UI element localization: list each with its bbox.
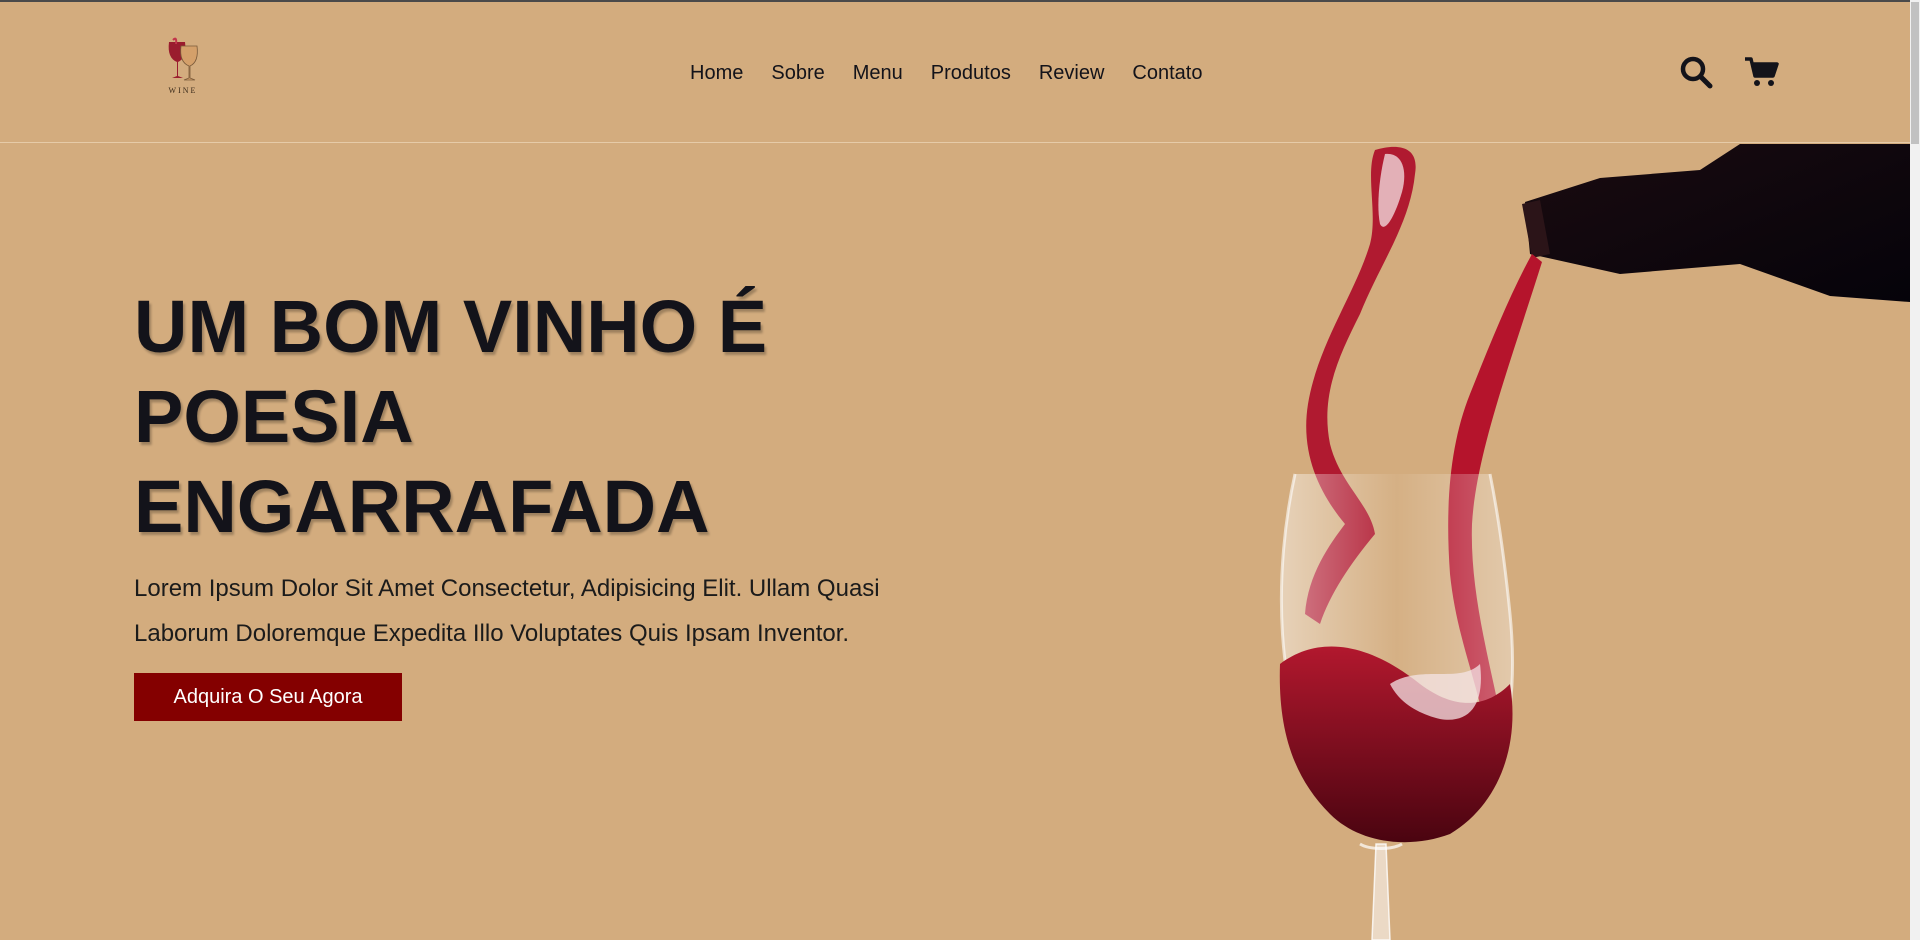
- hero-title-line-2: POESIA: [134, 375, 414, 458]
- logo-text: WINE: [168, 86, 198, 95]
- search-icon[interactable]: [1678, 54, 1714, 90]
- nav-review[interactable]: Review: [1039, 60, 1105, 86]
- nav-sobre[interactable]: Sobre: [771, 60, 824, 86]
- header-actions: [1678, 54, 1780, 90]
- hero-text: UM BOM VINHO É POESIA ENGARRAFADA Lorem …: [134, 282, 934, 656]
- scrollbar-thumb[interactable]: [1911, 2, 1919, 144]
- nav-menu[interactable]: Menu: [853, 60, 903, 86]
- main-nav: Home Sobre Menu Produtos Review Contato: [690, 60, 1230, 86]
- site-logo[interactable]: WINE: [163, 36, 203, 102]
- nav-produtos[interactable]: Produtos: [931, 60, 1011, 86]
- wine-glasses-logo-icon: [168, 37, 198, 81]
- cart-icon[interactable]: [1744, 54, 1780, 90]
- nav-home[interactable]: Home: [690, 60, 743, 86]
- hero-description: Lorem Ipsum Dolor Sit Amet Consectetur, …: [134, 575, 880, 647]
- nav-contato[interactable]: Contato: [1132, 60, 1202, 86]
- site-header: WINE Home Sobre Menu Produtos Review Con…: [0, 2, 1920, 143]
- hero-title-line-3: ENGARRAFADA: [134, 465, 710, 548]
- wine-pour-image: [1279, 144, 1910, 940]
- hero-title: UM BOM VINHO É POESIA ENGARRAFADA: [134, 282, 934, 552]
- buy-now-button[interactable]: Adquira O Seu Agora: [134, 673, 402, 721]
- page-scrollbar[interactable]: [1910, 0, 1920, 940]
- hero-title-line-1: UM BOM VINHO É: [134, 285, 768, 368]
